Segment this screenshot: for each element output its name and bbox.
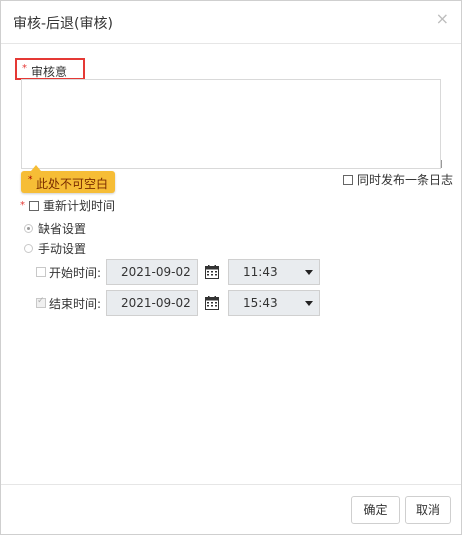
publish-log-checkbox[interactable] <box>343 174 353 185</box>
chevron-down-icon <box>305 270 313 275</box>
dialog-footer: 确定 取消 <box>1 484 461 535</box>
start-time-row: 开始时间: 2021-09-02 11:43 <box>36 259 320 285</box>
replan-label: 重新计划时间 <box>43 199 116 213</box>
chevron-down-icon <box>305 301 313 306</box>
tooltip-arrow <box>31 165 41 171</box>
opinion-textarea[interactable] <box>21 79 441 169</box>
publish-log-label: 同时发布一条日志 <box>357 173 454 187</box>
validation-message: 此处不可空白 <box>36 177 109 191</box>
mode-default-label: 缺省设置 <box>38 222 87 236</box>
audit-dialog: 审核-后退(审核) × * 审核意见: * 此处不可空白 同时发布一条日志 * … <box>0 0 462 535</box>
mode-default-option[interactable]: 缺省设置 <box>24 220 86 237</box>
required-mark: * <box>22 63 27 74</box>
dialog-title: 审核-后退(审核) <box>13 16 113 32</box>
start-time-value: 11:43 <box>243 265 278 279</box>
calendar-icon[interactable] <box>205 265 219 279</box>
replan-checkbox[interactable] <box>29 200 39 211</box>
end-time-select[interactable]: 15:43 <box>228 290 320 316</box>
validation-mark: * <box>28 175 33 185</box>
confirm-button[interactable]: 确定 <box>351 496 400 524</box>
end-time-label: 结束时间: <box>49 296 102 311</box>
calendar-icon[interactable] <box>205 296 219 310</box>
cancel-button[interactable]: 取消 <box>405 496 451 524</box>
mode-default-radio[interactable] <box>24 224 33 233</box>
end-time-checkbox[interactable] <box>36 296 46 308</box>
end-date-input[interactable]: 2021-09-02 <box>106 290 198 316</box>
end-time-row: 结束时间: 2021-09-02 15:43 <box>36 290 320 316</box>
resize-handle-icon[interactable] <box>433 160 442 168</box>
mode-manual-radio[interactable] <box>24 244 33 253</box>
replan-required-mark: * <box>20 200 25 211</box>
start-time-select[interactable]: 11:43 <box>228 259 320 285</box>
start-time-label: 开始时间: <box>49 265 102 280</box>
opinion-label-box: * 审核意见: <box>15 58 85 96</box>
validation-tooltip: * 此处不可空白 <box>21 165 115 193</box>
mode-manual-label: 手动设置 <box>38 242 87 256</box>
start-date-input[interactable]: 2021-09-02 <box>106 259 198 285</box>
close-icon[interactable]: × <box>436 11 449 27</box>
replan-option[interactable]: * 重新计划时间 <box>20 197 115 214</box>
dialog-header: 审核-后退(审核) × <box>1 1 461 44</box>
mode-manual-option[interactable]: 手动设置 <box>24 240 86 257</box>
start-time-checkbox[interactable] <box>36 267 46 277</box>
end-time-value: 15:43 <box>243 296 278 310</box>
publish-log-option[interactable]: 同时发布一条日志 <box>343 171 453 188</box>
